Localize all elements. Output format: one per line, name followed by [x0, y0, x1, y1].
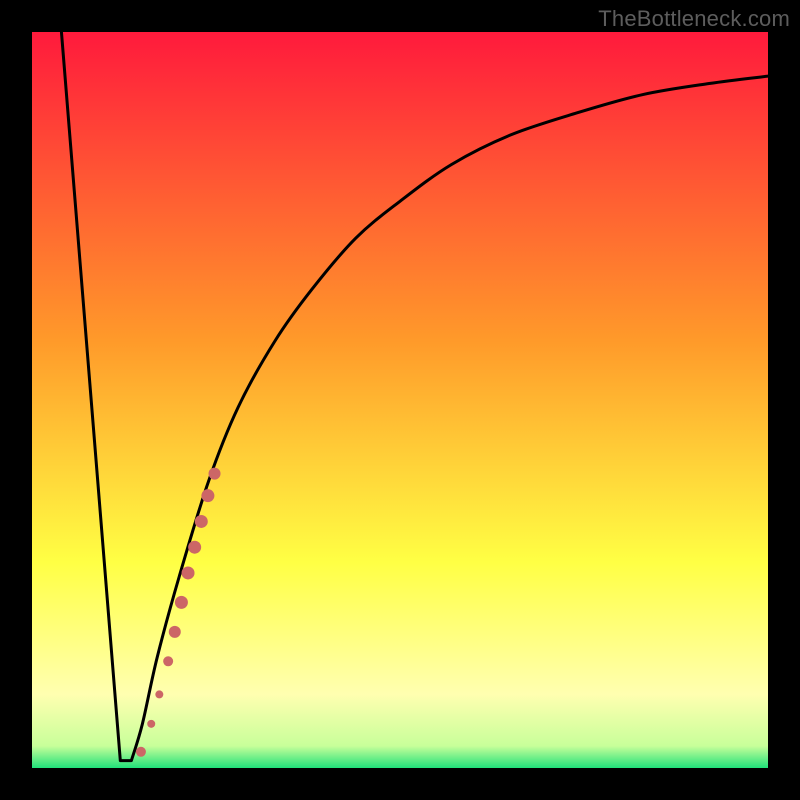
marker-point [188, 541, 201, 554]
chart-svg [32, 32, 768, 768]
gradient-background [32, 32, 768, 768]
marker-point [136, 747, 146, 757]
marker-point [155, 690, 163, 698]
attribution-text: TheBottleneck.com [598, 6, 790, 32]
marker-point [147, 720, 155, 728]
marker-point [175, 596, 188, 609]
marker-point [201, 489, 214, 502]
marker-point [195, 515, 208, 528]
chart-frame [32, 32, 768, 768]
marker-point [209, 468, 221, 480]
marker-point [169, 626, 181, 638]
marker-point [163, 656, 173, 666]
marker-point [182, 566, 195, 579]
